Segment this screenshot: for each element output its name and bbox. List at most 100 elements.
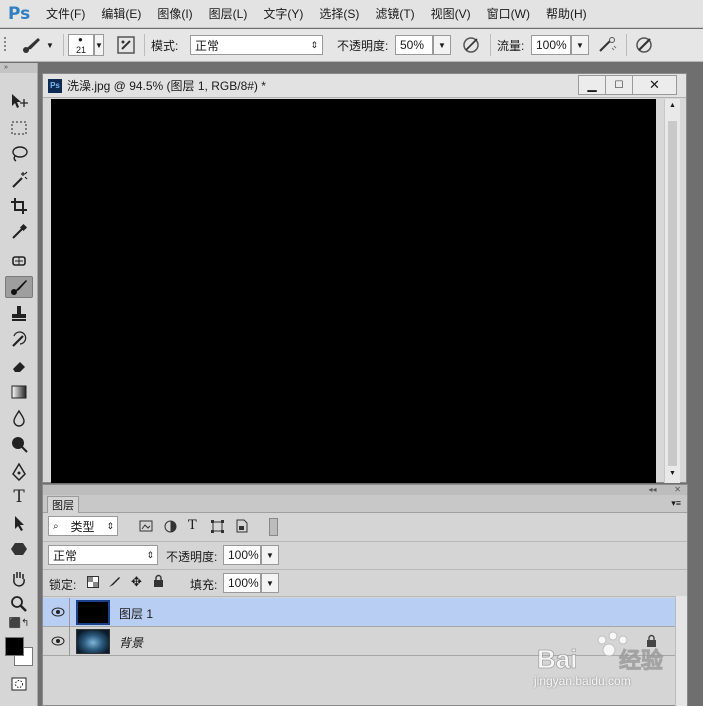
pressure-opacity-button[interactable] bbox=[461, 34, 485, 56]
gradient-tool-icon[interactable] bbox=[5, 381, 33, 403]
close-button[interactable]: ✕ bbox=[632, 75, 677, 95]
tab-layers[interactable]: 图层 bbox=[47, 496, 79, 513]
type-tool-icon[interactable]: T bbox=[5, 486, 33, 508]
separator bbox=[144, 34, 145, 56]
tablet-pressure-icon bbox=[463, 37, 479, 53]
zoom-tool-icon[interactable] bbox=[5, 593, 33, 615]
quick-mask-icon[interactable] bbox=[5, 673, 33, 695]
minimize-icon: ▁ bbox=[587, 78, 597, 92]
layer-thumbnail[interactable] bbox=[76, 600, 110, 625]
options-grip bbox=[4, 34, 10, 56]
layer-thumbnail[interactable] bbox=[76, 629, 110, 654]
document-canvas[interactable] bbox=[51, 99, 656, 483]
layer-row-layer1[interactable]: 图层 1 bbox=[43, 598, 675, 627]
scroll-down-icon[interactable]: ▼ bbox=[669, 470, 676, 477]
eraser-tool-icon[interactable] bbox=[5, 355, 33, 377]
move-tool-icon[interactable] bbox=[5, 90, 33, 112]
clone-stamp-tool-icon[interactable] bbox=[5, 303, 33, 325]
lock-pixels-icon[interactable] bbox=[107, 575, 121, 592]
flow-value[interactable]: 100% bbox=[531, 35, 571, 55]
lock-transparent-icon[interactable] bbox=[87, 576, 99, 591]
menu-select[interactable]: 选择(S) bbox=[311, 5, 367, 22]
menu-bar: Ps 文件(F) 编辑(E) 图像(I) 图层(L) 文字(Y) 选择(S) 滤… bbox=[0, 0, 703, 28]
divider bbox=[69, 627, 70, 656]
lasso-tool-icon[interactable] bbox=[5, 143, 33, 165]
lock-all-icon[interactable] bbox=[153, 574, 164, 590]
chevron-down-icon[interactable]: ▼ bbox=[433, 35, 451, 55]
eyedropper-tool-icon[interactable] bbox=[5, 221, 33, 243]
menu-type[interactable]: 文字(Y) bbox=[255, 5, 311, 22]
dodge-tool-icon[interactable] bbox=[5, 433, 33, 455]
marquee-tool-icon[interactable] bbox=[5, 117, 33, 139]
filter-smart-object-icon[interactable] bbox=[235, 519, 248, 536]
layer-filter-select[interactable]: ⌕ 类型 ⇕ bbox=[48, 516, 118, 536]
path-selection-tool-icon[interactable] bbox=[5, 512, 33, 534]
pen-tool-icon[interactable] bbox=[5, 461, 33, 483]
filter-shape-icon[interactable] bbox=[211, 520, 224, 536]
pressure-size-button[interactable] bbox=[634, 34, 658, 56]
menu-edit[interactable]: 编辑(E) bbox=[93, 5, 149, 22]
brush-panel-toggle[interactable] bbox=[116, 34, 138, 56]
menu-view[interactable]: 视图(V) bbox=[423, 5, 479, 22]
layer-name[interactable]: 图层 1 bbox=[119, 605, 153, 622]
brush-size-picker[interactable]: ● 21 ▼ bbox=[68, 34, 108, 56]
layer-name[interactable]: 背景 bbox=[119, 634, 143, 651]
flow-field[interactable]: 100% ▼ bbox=[531, 34, 589, 56]
filter-type-icon[interactable]: T bbox=[188, 518, 197, 533]
layer-opacity-value[interactable]: 100% bbox=[223, 545, 261, 565]
lock-position-icon[interactable]: ✥ bbox=[131, 574, 142, 590]
history-brush-tool-icon[interactable] bbox=[5, 329, 33, 351]
document-window: Ps 洗澡.jpg @ 94.5% (图层 1, RGB/8#) * ▁ ☐ ✕… bbox=[42, 73, 687, 483]
filter-pixel-icon[interactable] bbox=[139, 520, 153, 535]
close-icon: ✕ bbox=[649, 77, 660, 92]
eye-icon[interactable] bbox=[50, 633, 66, 649]
minimize-button[interactable]: ▁ bbox=[578, 75, 606, 95]
menu-layer[interactable]: 图层(L) bbox=[201, 5, 256, 22]
document-vertical-scrollbar[interactable]: ▲ ▼ bbox=[664, 99, 680, 483]
layer-filter-value: 类型 bbox=[70, 519, 95, 534]
tools-panel: » T ⬛↰ bbox=[0, 63, 38, 706]
eye-icon[interactable] bbox=[50, 604, 66, 620]
separator bbox=[626, 34, 627, 56]
maximize-button[interactable]: ☐ bbox=[605, 75, 633, 95]
mode-label: 模式: bbox=[151, 38, 179, 53]
panel-menu-icon[interactable]: ▾≡ bbox=[671, 498, 681, 509]
menu-help[interactable]: 帮助(H) bbox=[538, 5, 595, 22]
chevron-down-icon: ▼ bbox=[46, 40, 54, 50]
healing-brush-tool-icon[interactable] bbox=[5, 250, 33, 272]
chevron-down-icon[interactable]: ▼ bbox=[261, 573, 279, 593]
opacity-value[interactable]: 50% bbox=[395, 35, 433, 55]
updown-arrows-icon: ⇕ bbox=[106, 520, 114, 531]
brush-dot-icon: ● bbox=[78, 35, 83, 44]
mode-select[interactable]: 正常 ⇕ bbox=[190, 34, 323, 56]
blur-tool-icon[interactable] bbox=[5, 407, 33, 429]
fill-value[interactable]: 100% bbox=[223, 573, 261, 593]
shape-tool-icon[interactable] bbox=[5, 538, 33, 560]
brush-tool-icon[interactable] bbox=[5, 276, 33, 298]
svg-text:Bai: Bai bbox=[537, 644, 577, 674]
separator bbox=[490, 34, 491, 56]
default-colors-icon[interactable]: ⬛↰ bbox=[5, 615, 33, 631]
menu-window[interactable]: 窗口(W) bbox=[479, 5, 538, 22]
panel-collapse-bar[interactable]: ◂◂ ✕ bbox=[43, 485, 687, 495]
search-icon: ⌕ bbox=[53, 520, 59, 532]
airbrush-button[interactable] bbox=[597, 34, 621, 56]
chevron-down-icon[interactable]: ▼ bbox=[261, 545, 279, 565]
blend-mode-select[interactable]: 正常 ⇕ bbox=[48, 545, 158, 565]
crop-tool-icon[interactable] bbox=[5, 195, 33, 217]
tool-preset-picker[interactable]: ▼ bbox=[20, 34, 60, 56]
menu-file[interactable]: 文件(F) bbox=[38, 5, 93, 22]
opacity-field[interactable]: 50% ▼ bbox=[395, 34, 451, 56]
menu-image[interactable]: 图像(I) bbox=[149, 5, 200, 22]
blend-opacity-row: 正常 ⇕ 不透明度: 100% ▼ bbox=[43, 542, 687, 570]
tools-panel-collapse[interactable]: » bbox=[0, 63, 37, 73]
menu-filter[interactable]: 滤镜(T) bbox=[367, 5, 422, 22]
hand-tool-icon[interactable] bbox=[5, 567, 33, 589]
filter-toggle-switch[interactable] bbox=[269, 518, 278, 536]
scrollbar-thumb[interactable] bbox=[668, 121, 677, 466]
filter-adjustment-icon[interactable] bbox=[164, 520, 177, 536]
foreground-color-swatch[interactable] bbox=[5, 637, 24, 656]
magic-wand-tool-icon[interactable] bbox=[5, 169, 33, 191]
chevron-down-icon[interactable]: ▼ bbox=[571, 35, 589, 55]
scroll-up-icon[interactable]: ▲ bbox=[669, 102, 676, 109]
